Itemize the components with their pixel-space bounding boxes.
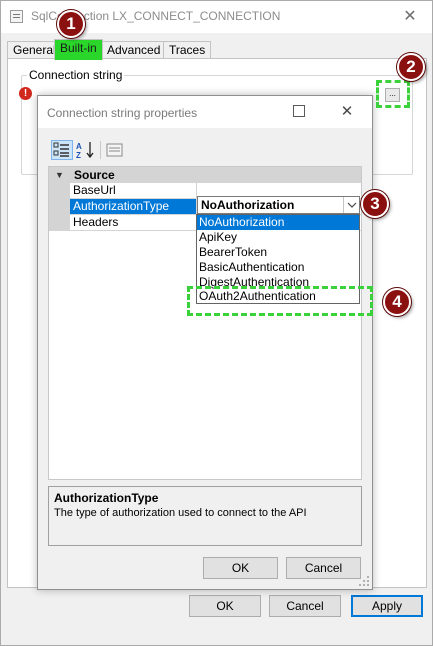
inner-ok-button[interactable]: OK <box>203 557 278 579</box>
connection-string-properties-dialog: Connection string properties ✕ A Z ▼ Sou… <box>37 95 373 590</box>
outer-ok-button[interactable]: OK <box>189 595 261 617</box>
help-description: The type of authorization used to connec… <box>54 507 307 519</box>
chevron-down-icon[interactable] <box>343 197 359 213</box>
annotation-badge-2: 2 <box>397 53 425 81</box>
svg-text:A: A <box>76 142 82 151</box>
property-name: BaseUrl <box>70 183 197 198</box>
tab-built-in[interactable]: Built-in <box>54 39 103 60</box>
property-pages-button[interactable] <box>104 140 126 160</box>
connection-string-label: Connection string <box>27 68 125 82</box>
collapse-toggle-icon[interactable]: ▼ <box>55 168 65 182</box>
category-label: Source <box>74 168 115 182</box>
authorization-type-combo[interactable]: NoAuthorization <box>197 196 360 214</box>
dropdown-option-bearertoken[interactable]: BearerToken <box>197 245 359 260</box>
category-row-source[interactable]: ▼ Source <box>49 167 361 183</box>
property-grid-margin <box>49 183 70 231</box>
resize-grip-icon[interactable] <box>358 575 370 587</box>
sort-az-icon: A Z <box>76 142 94 160</box>
property-name: Headers <box>70 215 197 230</box>
outer-apply-button[interactable]: Apply <box>351 595 423 617</box>
maximize-icon[interactable] <box>293 105 305 117</box>
tab-advanced[interactable]: Advanced <box>101 41 167 59</box>
help-pane: AuthorizationType The type of authorizat… <box>48 486 362 546</box>
annotation-badge-4: 4 <box>383 288 411 316</box>
inner-dialog-title: Connection string properties <box>47 106 198 120</box>
outer-close-icon[interactable]: ✕ <box>388 1 432 33</box>
property-pages-icon <box>106 143 123 157</box>
dropdown-option-basicauthentication[interactable]: BasicAuthentication <box>197 260 359 275</box>
callout-box-oauth2 <box>187 286 373 316</box>
help-title: AuthorizationType <box>54 491 159 505</box>
toolbar-separator <box>100 141 101 159</box>
categorized-view-button[interactable] <box>51 140 73 160</box>
inner-close-icon[interactable]: ✕ <box>332 99 362 125</box>
svg-text:Z: Z <box>76 151 81 160</box>
property-name: AuthorizationType <box>70 199 197 214</box>
annotation-badge-3: 3 <box>361 190 389 218</box>
categorized-icon <box>53 142 69 157</box>
annotation-badge-1: 1 <box>57 10 85 38</box>
outer-cancel-button[interactable]: Cancel <box>269 595 341 617</box>
alphabetical-view-button[interactable]: A Z <box>75 140 97 160</box>
inner-cancel-button[interactable]: Cancel <box>286 557 361 579</box>
tab-strip: General Built-in Advanced Traces <box>7 39 427 60</box>
inner-title-bar: Connection string properties ✕ <box>38 96 372 128</box>
dropdown-option-noauthorization[interactable]: NoAuthorization <box>197 215 359 230</box>
callout-box-ellipsis <box>376 80 410 108</box>
app-icon <box>10 10 23 23</box>
tab-traces[interactable]: Traces <box>163 41 212 59</box>
error-icon: ! <box>19 87 32 100</box>
dropdown-option-apikey[interactable]: ApiKey <box>197 230 359 245</box>
authorization-type-value: NoAuthorization <box>201 198 295 212</box>
